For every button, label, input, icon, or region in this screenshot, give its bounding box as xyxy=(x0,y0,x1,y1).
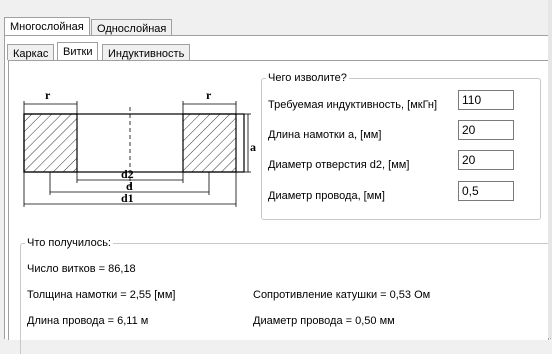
resistance-result: Сопротивление катушки = 0,53 Ом xyxy=(253,289,431,301)
inductance-label: Требуемая индуктивность, [мкГн] xyxy=(268,99,438,111)
tab-inductance[interactable]: Индуктивность xyxy=(102,44,191,60)
input-group-legend: Чего изволите? xyxy=(266,71,349,85)
inductance-input[interactable] xyxy=(458,90,514,110)
turns-result: Число витков = 86,18 xyxy=(27,263,136,275)
dim-r-right: r xyxy=(206,88,212,102)
coil-diagram: r r a d2 d d1 xyxy=(23,88,256,207)
tab-multilayer[interactable]: Многослойная xyxy=(4,17,90,35)
input-group: Чего изволите? Требуемая индуктивность, … xyxy=(261,71,541,220)
tab-singlelayer[interactable]: Однослойная xyxy=(91,19,173,35)
wire-length-result: Длина провода = 6,11 м xyxy=(27,315,149,327)
tab-turns[interactable]: Витки xyxy=(57,42,99,60)
outer-panel: Каркас Витки Индуктивность r r a d2 d d1… xyxy=(4,35,551,354)
dim-d1: d1 xyxy=(121,191,134,205)
dim-r-left: r xyxy=(45,88,51,102)
winding-length-label: Длина намотки a, [мм] xyxy=(268,129,382,141)
wire-diameter-result: Диаметр провода = 0,50 мм xyxy=(253,315,395,327)
wire-diameter-label: Диаметр провода, [мм] xyxy=(268,190,385,202)
tab-frame[interactable]: Каркас xyxy=(7,44,55,60)
window-scrollbar-edge xyxy=(548,0,552,338)
winding-length-input[interactable] xyxy=(458,120,514,140)
dim-a: a xyxy=(250,140,256,154)
hole-diameter-input[interactable] xyxy=(458,150,514,170)
inner-panel: r r a d2 d d1 Чего изволите? Требуемая и… xyxy=(8,60,551,354)
wire-diameter-input[interactable] xyxy=(458,181,514,201)
hole-diameter-label: Диаметр отверстия d2, [мм] xyxy=(268,159,410,171)
results-legend: Что получилось: xyxy=(25,236,113,250)
results-group: Что получилось: Число витков = 86,18 Тол… xyxy=(20,236,551,354)
thickness-result: Толщина намотки = 2,55 [мм] xyxy=(27,289,176,301)
